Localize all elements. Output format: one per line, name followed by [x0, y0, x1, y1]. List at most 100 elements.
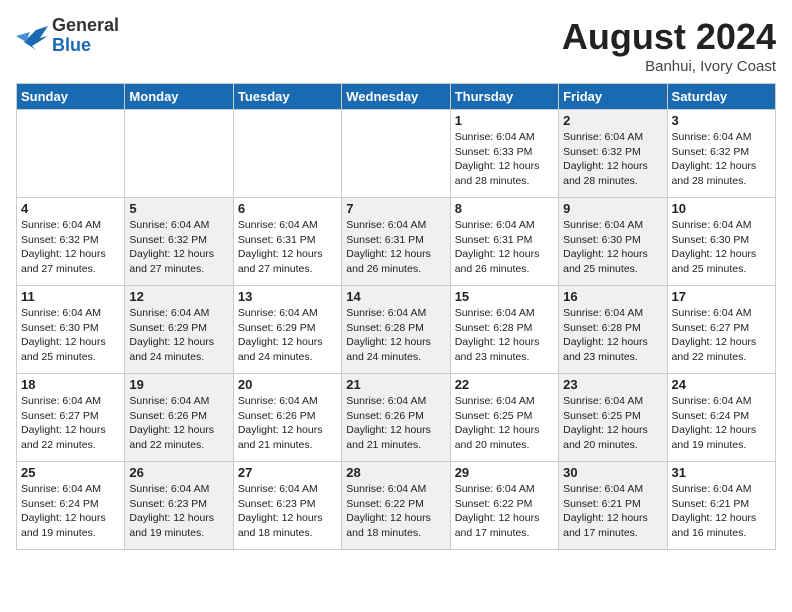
column-header-sunday: Sunday	[17, 84, 125, 110]
day-cell: 22Sunrise: 6:04 AM Sunset: 6:25 PM Dayli…	[450, 374, 558, 462]
day-cell: 31 Sunrise: 6:04 AM Sunset: 6:21 PM Dayli…	[667, 462, 775, 550]
day-number: 23	[563, 377, 662, 392]
logo-line1: General	[52, 16, 119, 36]
day-info: Sunrise: 6:04 AM Sunset: 6:26 PM Dayligh…	[346, 394, 445, 453]
column-header-monday: Monday	[125, 84, 233, 110]
day-number: 24	[672, 377, 771, 392]
day-number: 14	[346, 289, 445, 304]
day-info: Sunrise: 6:04 AM Sunset: 6:21 PM Dayligh…	[672, 482, 771, 541]
location: Banhui, Ivory Coast	[562, 58, 776, 75]
day-cell: 20Sunrise: 6:04 AM Sunset: 6:26 PM Dayli…	[233, 374, 341, 462]
day-cell	[125, 110, 233, 198]
day-info: Sunrise: 6:04 AM Sunset: 6:22 PM Dayligh…	[455, 482, 554, 541]
day-info: Sunrise: 6:04 AM Sunset: 6:32 PM Dayligh…	[21, 218, 120, 277]
day-info: Sunrise: 6:04 AM Sunset: 6:22 PM Dayligh…	[346, 482, 445, 541]
day-cell: 25 Sunrise: 6:04 AM Sunset: 6:24 PM Dayli…	[17, 462, 125, 550]
day-cell	[17, 110, 125, 198]
day-cell: 24 Sunrise: 6:04 AM Sunset: 6:24 PM Dayli…	[667, 374, 775, 462]
day-cell: 8 Sunrise: 6:04 AM Sunset: 6:31 PM Daylig…	[450, 198, 558, 286]
day-info: Sunrise: 6:04 AM Sunset: 6:31 PM Dayligh…	[455, 218, 554, 277]
day-number: 3	[672, 113, 771, 128]
day-cell: 3 Sunrise: 6:04 AM Sunset: 6:32 PM Daylig…	[667, 110, 775, 198]
day-number: 2	[563, 113, 662, 128]
week-row-3: 11Sunrise: 6:04 AM Sunset: 6:30 PM Dayli…	[17, 286, 776, 374]
day-number: 8	[455, 201, 554, 216]
day-cell: 28Sunrise: 6:04 AM Sunset: 6:22 PM Dayli…	[342, 462, 450, 550]
day-number: 27	[238, 465, 337, 480]
logo-icon	[16, 22, 48, 50]
day-number: 21	[346, 377, 445, 392]
calendar-table: SundayMondayTuesdayWednesdayThursdayFrid…	[16, 83, 776, 550]
day-number: 17	[672, 289, 771, 304]
day-number: 25	[21, 465, 120, 480]
day-info: Sunrise: 6:04 AM Sunset: 6:30 PM Dayligh…	[672, 218, 771, 277]
day-info: Sunrise: 6:04 AM Sunset: 6:25 PM Dayligh…	[455, 394, 554, 453]
day-cell: 6 Sunrise: 6:04 AM Sunset: 6:31 PM Daylig…	[233, 198, 341, 286]
day-number: 31	[672, 465, 771, 480]
day-number: 18	[21, 377, 120, 392]
day-info: Sunrise: 6:04 AM Sunset: 6:29 PM Dayligh…	[129, 306, 228, 365]
day-cell: 11Sunrise: 6:04 AM Sunset: 6:30 PM Dayli…	[17, 286, 125, 374]
day-number: 6	[238, 201, 337, 216]
day-number: 5	[129, 201, 228, 216]
day-cell: 18Sunrise: 6:04 AM Sunset: 6:27 PM Dayli…	[17, 374, 125, 462]
logo-line2: Blue	[52, 36, 119, 56]
day-info: Sunrise: 6:04 AM Sunset: 6:28 PM Dayligh…	[346, 306, 445, 365]
day-cell: 23Sunrise: 6:04 AM Sunset: 6:25 PM Dayli…	[559, 374, 667, 462]
day-info: Sunrise: 6:04 AM Sunset: 6:23 PM Dayligh…	[129, 482, 228, 541]
day-number: 26	[129, 465, 228, 480]
title-block: August 2024 Banhui, Ivory Coast	[562, 16, 776, 75]
day-cell: 29Sunrise: 6:04 AM Sunset: 6:22 PM Dayli…	[450, 462, 558, 550]
page-header: General Blue August 2024 Banhui, Ivory C…	[16, 16, 776, 75]
day-info: Sunrise: 6:04 AM Sunset: 6:23 PM Dayligh…	[238, 482, 337, 541]
day-number: 1	[455, 113, 554, 128]
day-info: Sunrise: 6:04 AM Sunset: 6:29 PM Dayligh…	[238, 306, 337, 365]
day-cell: 7 Sunrise: 6:04 AM Sunset: 6:31 PM Daylig…	[342, 198, 450, 286]
day-cell: 27 Sunrise: 6:04 AM Sunset: 6:23 PM Dayli…	[233, 462, 341, 550]
day-info: Sunrise: 6:04 AM Sunset: 6:21 PM Dayligh…	[563, 482, 662, 541]
day-cell: 17 Sunrise: 6:04 AM Sunset: 6:27 PM Dayli…	[667, 286, 775, 374]
day-cell: 2 Sunrise: 6:04 AM Sunset: 6:32 PM Daylig…	[559, 110, 667, 198]
week-row-2: 4Sunrise: 6:04 AM Sunset: 6:32 PM Daylig…	[17, 198, 776, 286]
day-info: Sunrise: 6:04 AM Sunset: 6:31 PM Dayligh…	[346, 218, 445, 277]
column-header-thursday: Thursday	[450, 84, 558, 110]
day-cell: 5 Sunrise: 6:04 AM Sunset: 6:32 PM Daylig…	[125, 198, 233, 286]
column-header-friday: Friday	[559, 84, 667, 110]
day-info: Sunrise: 6:04 AM Sunset: 6:32 PM Dayligh…	[563, 130, 662, 189]
day-cell	[233, 110, 341, 198]
day-number: 12	[129, 289, 228, 304]
day-number: 15	[455, 289, 554, 304]
day-number: 20	[238, 377, 337, 392]
day-cell: 15 Sunrise: 6:04 AM Sunset: 6:28 PM Dayli…	[450, 286, 558, 374]
day-cell: 10 Sunrise: 6:04 AM Sunset: 6:30 PM Dayli…	[667, 198, 775, 286]
day-number: 7	[346, 201, 445, 216]
column-header-saturday: Saturday	[667, 84, 775, 110]
day-info: Sunrise: 6:04 AM Sunset: 6:32 PM Dayligh…	[672, 130, 771, 189]
day-info: Sunrise: 6:04 AM Sunset: 6:30 PM Dayligh…	[563, 218, 662, 277]
day-info: Sunrise: 6:04 AM Sunset: 6:24 PM Dayligh…	[672, 394, 771, 453]
month-title: August 2024	[562, 16, 776, 58]
day-cell: 1Sunrise: 6:04 AM Sunset: 6:33 PM Daylig…	[450, 110, 558, 198]
day-number: 10	[672, 201, 771, 216]
week-row-4: 18Sunrise: 6:04 AM Sunset: 6:27 PM Dayli…	[17, 374, 776, 462]
day-info: Sunrise: 6:04 AM Sunset: 6:31 PM Dayligh…	[238, 218, 337, 277]
day-cell: 14 Sunrise: 6:04 AM Sunset: 6:28 PM Dayli…	[342, 286, 450, 374]
day-cell: 13Sunrise: 6:04 AM Sunset: 6:29 PM Dayli…	[233, 286, 341, 374]
day-info: Sunrise: 6:04 AM Sunset: 6:28 PM Dayligh…	[563, 306, 662, 365]
day-info: Sunrise: 6:04 AM Sunset: 6:27 PM Dayligh…	[672, 306, 771, 365]
day-cell: 9Sunrise: 6:04 AM Sunset: 6:30 PM Daylig…	[559, 198, 667, 286]
column-header-tuesday: Tuesday	[233, 84, 341, 110]
day-info: Sunrise: 6:04 AM Sunset: 6:24 PM Dayligh…	[21, 482, 120, 541]
week-row-1: 1Sunrise: 6:04 AM Sunset: 6:33 PM Daylig…	[17, 110, 776, 198]
day-info: Sunrise: 6:04 AM Sunset: 6:28 PM Dayligh…	[455, 306, 554, 365]
logo: General Blue	[16, 16, 119, 56]
day-info: Sunrise: 6:04 AM Sunset: 6:30 PM Dayligh…	[21, 306, 120, 365]
day-cell: 26 Sunrise: 6:04 AM Sunset: 6:23 PM Dayli…	[125, 462, 233, 550]
day-cell: 12 Sunrise: 6:04 AM Sunset: 6:29 PM Dayli…	[125, 286, 233, 374]
logo-text: General Blue	[52, 16, 119, 56]
day-cell: 4Sunrise: 6:04 AM Sunset: 6:32 PM Daylig…	[17, 198, 125, 286]
day-cell	[342, 110, 450, 198]
day-number: 30	[563, 465, 662, 480]
day-cell: 16Sunrise: 6:04 AM Sunset: 6:28 PM Dayli…	[559, 286, 667, 374]
day-info: Sunrise: 6:04 AM Sunset: 6:32 PM Dayligh…	[129, 218, 228, 277]
